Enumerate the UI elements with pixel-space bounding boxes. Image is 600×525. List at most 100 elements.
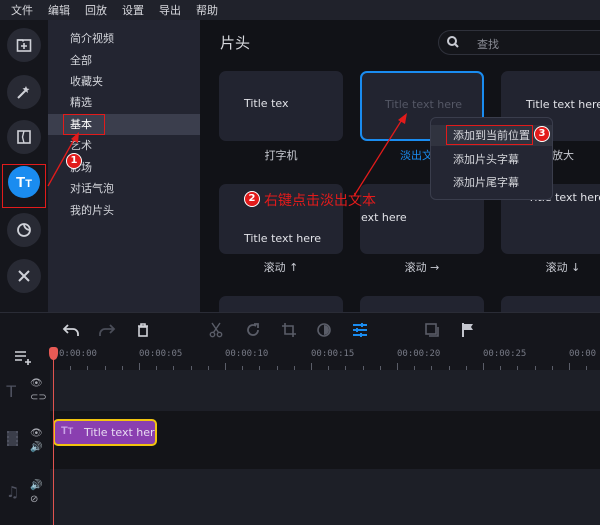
import-icon — [16, 39, 32, 52]
redo-icon — [99, 324, 116, 336]
search-placeholder: 查找 — [477, 38, 499, 51]
undo-icon — [62, 324, 79, 336]
volume-icon[interactable]: 🔊 — [30, 442, 42, 453]
menu-edit[interactable]: 编辑 — [48, 2, 70, 18]
category-all[interactable]: 全部 — [48, 50, 200, 71]
menu-export[interactable]: 导出 — [159, 2, 181, 18]
pip-button[interactable] — [423, 321, 441, 339]
delete-icon — [138, 323, 148, 337]
stickers-icon — [17, 223, 31, 237]
redo-button[interactable] — [98, 321, 116, 339]
search-icon — [447, 36, 459, 48]
ruler-tick — [569, 363, 570, 370]
card-label: 滚动 → — [404, 261, 440, 274]
timeline-ruler[interactable]: 0:00:00 00:00:05 00:00:10 00:00:15 00:00… — [0, 346, 600, 370]
card-preview-text: ext here — [361, 211, 407, 224]
volume-icon[interactable]: 🔊 — [30, 480, 42, 491]
color-icon — [317, 323, 331, 337]
color-adjust-button[interactable] — [315, 321, 333, 339]
import-button[interactable] — [7, 28, 41, 62]
card-preview-text: Title text here — [244, 232, 322, 245]
title-card-typewriter[interactable]: Title tex — [219, 71, 343, 141]
filters-button[interactable] — [7, 75, 41, 109]
annotation-arrow-1 — [47, 132, 79, 187]
ruler-tick — [397, 363, 398, 370]
ruler-label: 00:00:25 — [483, 349, 527, 359]
title-clip-icon: TT — [61, 425, 74, 437]
ruler-tick — [225, 363, 226, 370]
ruler-tick — [311, 363, 312, 370]
category-featured[interactable]: 精选 — [48, 92, 200, 113]
add-track-icon — [15, 351, 31, 365]
card-preview-text: Title tex — [244, 97, 289, 110]
ruler-label: 0:00:00 — [59, 349, 97, 359]
search-field[interactable]: 查找 ✕ — [438, 30, 600, 55]
rotate-button[interactable] — [244, 321, 262, 339]
text-track-icon: T — [6, 382, 17, 401]
clip-properties-button[interactable] — [351, 321, 369, 339]
video-track-icon — [7, 431, 18, 446]
playhead-handle[interactable] — [49, 347, 58, 360]
ruler-label: 00:00 — [569, 349, 597, 359]
category-my-titles[interactable]: 我的片头 — [48, 200, 200, 221]
edit-toolbar — [0, 312, 600, 346]
transitions-button[interactable] — [7, 120, 41, 154]
menu-playback[interactable]: 回放 — [85, 2, 107, 18]
ruler-label: 00:00:20 — [397, 349, 441, 359]
menu-file[interactable]: 文件 — [11, 2, 33, 18]
add-track-button[interactable] — [14, 349, 34, 365]
menu-help[interactable]: 帮助 — [196, 2, 218, 18]
music-track-icon: ♫ — [6, 483, 20, 501]
menu-item-add-as-opening-title[interactable]: 添加片头字幕 — [431, 149, 552, 170]
title-card[interactable] — [360, 296, 484, 312]
text-track[interactable] — [50, 370, 600, 411]
annotation-box-titles — [2, 164, 46, 208]
track-headers: T 👁 ⊂⊃ 👁 🔊 ♫ 🔊 ⊘ — [0, 370, 50, 525]
crop-icon — [282, 323, 296, 337]
marker-button[interactable] — [459, 321, 477, 339]
ruler-tick — [483, 363, 484, 370]
page-title: 片头 — [220, 34, 251, 52]
magic-wand-icon — [17, 86, 30, 99]
undo-button[interactable] — [62, 321, 80, 339]
title-clip-label: Title text her — [84, 426, 155, 439]
unlink-icon[interactable]: ⊘ — [30, 494, 38, 505]
menu-item-add-as-closing-title[interactable]: 添加片尾字幕 — [431, 172, 552, 193]
category-intro-video[interactable]: 简介视频 — [48, 28, 200, 49]
ruler-label: 00:00:15 — [311, 349, 355, 359]
title-clip[interactable]: TT Title text her — [53, 419, 157, 446]
playhead-line — [53, 347, 54, 525]
tools-icon — [18, 270, 30, 282]
ruler-label: 00:00:05 — [139, 349, 183, 359]
title-card[interactable] — [219, 296, 343, 312]
adjust-icon — [353, 323, 367, 337]
audio-track[interactable] — [50, 469, 600, 525]
cut-button[interactable] — [207, 321, 225, 339]
rotate-icon — [247, 323, 259, 336]
card-label: 滚动 ↑ — [263, 261, 299, 274]
card-label: 滚动 ↓ — [545, 261, 581, 274]
transitions-icon — [17, 130, 31, 144]
annotation-step-3: 3 — [534, 126, 550, 142]
annotation-step-2: 2 — [244, 191, 260, 207]
annotation-box-add-current — [446, 125, 533, 145]
card-preview-text: Title text here — [526, 98, 600, 111]
crop-button[interactable] — [280, 321, 298, 339]
visibility-eye-icon[interactable]: 👁 — [30, 428, 43, 439]
more-tools-button[interactable] — [7, 259, 41, 293]
menu-settings[interactable]: 设置 — [122, 2, 144, 18]
card-label: 打字机 — [264, 149, 298, 162]
flag-icon — [462, 323, 473, 337]
ruler-label: 00:00:10 — [225, 349, 269, 359]
link-icon[interactable]: ⊂⊃ — [30, 392, 47, 403]
menu-bar: 文件 编辑 回放 设置 导出 帮助 — [0, 0, 600, 20]
delete-button[interactable] — [134, 321, 152, 339]
visibility-eye-icon[interactable]: 👁 — [30, 378, 43, 389]
category-favorites[interactable]: 收藏夹 — [48, 71, 200, 92]
ruler-tick — [139, 363, 140, 370]
pip-icon — [425, 323, 439, 337]
cut-icon — [209, 322, 223, 338]
annotation-arrow-2 — [353, 113, 407, 197]
stickers-button[interactable] — [7, 213, 41, 247]
title-card[interactable] — [501, 296, 600, 312]
